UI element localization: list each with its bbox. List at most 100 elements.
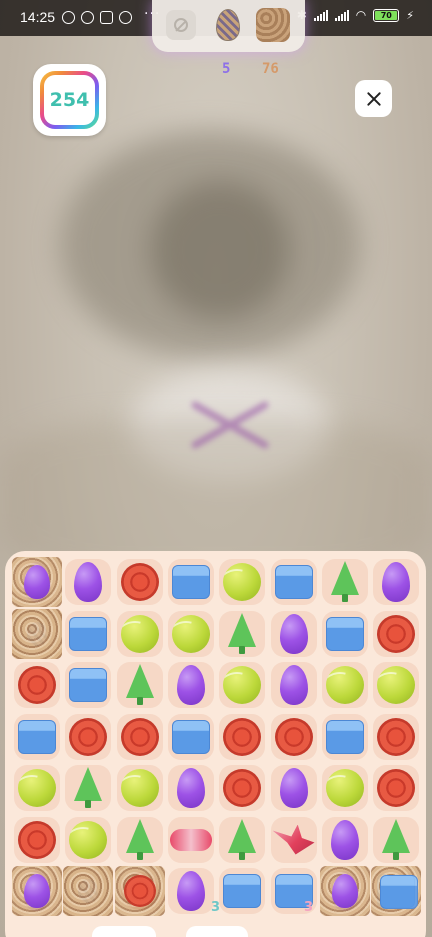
board-cell[interactable] <box>167 662 214 708</box>
board-cell[interactable] <box>167 559 214 605</box>
board-cell[interactable] <box>65 559 112 605</box>
board-cell[interactable] <box>65 662 112 708</box>
box-piece-icon <box>69 616 108 651</box>
goals-panel <box>152 0 305 52</box>
board-cell[interactable] <box>219 868 266 914</box>
board-cell[interactable] <box>373 662 420 708</box>
close-icon <box>366 91 382 107</box>
disc-piece-icon <box>69 717 108 756</box>
board-cell[interactable] <box>373 559 420 605</box>
board-cell[interactable] <box>321 765 368 811</box>
board-cell[interactable] <box>167 868 214 914</box>
board-cell[interactable] <box>14 713 60 760</box>
goal-egg-count: 5 <box>222 61 231 77</box>
board-cell[interactable] <box>373 765 420 811</box>
board-cell[interactable] <box>270 559 317 605</box>
board-cell[interactable] <box>219 662 266 708</box>
tree-piece-icon <box>328 561 362 603</box>
board-cell[interactable] <box>373 816 420 863</box>
board-cell[interactable] <box>270 713 317 760</box>
board-cell[interactable] <box>14 816 60 863</box>
board-cell[interactable] <box>14 662 60 708</box>
board-cell[interactable] <box>321 559 368 605</box>
cork-blocker-tile[interactable] <box>12 608 62 659</box>
battery-icon: 70 <box>373 8 400 22</box>
board-cell[interactable] <box>167 816 214 863</box>
signal-icon-1 <box>313 9 328 21</box>
charging-icon: ⚡ <box>406 8 414 22</box>
mail-icon <box>100 11 113 24</box>
hint-count-right: 3 <box>304 900 314 915</box>
moves-value: 254 <box>44 75 95 125</box>
board-cell[interactable] <box>116 610 163 657</box>
board-cell[interactable] <box>14 765 60 811</box>
tree-piece-icon <box>123 818 157 861</box>
board-cell[interactable] <box>116 662 163 708</box>
board-cell[interactable] <box>65 816 112 863</box>
egg-piece-icon <box>176 871 205 911</box>
board-cell[interactable] <box>373 610 420 657</box>
cork-blocker-tile[interactable] <box>371 866 422 916</box>
box-piece-icon <box>171 719 210 754</box>
booster-tab-right[interactable] <box>186 926 248 937</box>
egg-piece-icon <box>74 562 103 602</box>
board-cell[interactable] <box>219 610 266 657</box>
tree-piece-icon <box>123 664 157 706</box>
egg-piece-icon <box>279 768 308 808</box>
box-piece-icon <box>18 719 56 754</box>
box-piece-icon <box>380 875 419 909</box>
booster-tab-left[interactable] <box>92 926 156 937</box>
cork-blocker-tile[interactable] <box>319 866 370 916</box>
box-piece-icon <box>69 668 108 702</box>
disc-piece-icon <box>120 717 159 756</box>
board-cell[interactable] <box>373 713 420 760</box>
ball-piece-icon <box>120 769 159 807</box>
disc-piece-icon <box>377 769 416 807</box>
board-cell[interactable] <box>65 765 112 811</box>
board-cell[interactable] <box>219 713 266 760</box>
background-blur-object <box>150 180 290 320</box>
cork-blocker-tile[interactable] <box>12 866 62 916</box>
signal-icon-2 <box>334 9 349 21</box>
ball-piece-icon <box>120 614 159 653</box>
board-cell[interactable] <box>321 662 368 708</box>
board-cell[interactable] <box>270 765 317 811</box>
board-cell[interactable] <box>167 713 214 760</box>
board-cell[interactable] <box>219 765 266 811</box>
close-button[interactable] <box>355 80 392 117</box>
board-cell[interactable] <box>219 816 266 863</box>
disc-piece-icon <box>377 717 416 756</box>
board-cell[interactable] <box>116 816 163 863</box>
disc-piece-icon <box>18 820 56 859</box>
board-cell[interactable] <box>116 713 163 760</box>
board-cell[interactable] <box>270 816 317 863</box>
cork-blocker-tile[interactable] <box>12 557 62 607</box>
board-cell[interactable] <box>65 610 112 657</box>
board-cell[interactable] <box>116 765 163 811</box>
board-cell[interactable] <box>167 610 214 657</box>
game-board <box>5 551 426 937</box>
board-cell[interactable] <box>167 765 214 811</box>
cork-blocker-tile[interactable] <box>114 866 165 916</box>
board-cell[interactable] <box>65 713 112 760</box>
box-piece-icon <box>274 565 313 599</box>
board-cell[interactable] <box>321 610 368 657</box>
goal-cork-count: 76 <box>262 61 279 77</box>
board-cell[interactable] <box>270 662 317 708</box>
egg-piece-icon <box>176 665 205 705</box>
ball-piece-icon <box>69 820 108 859</box>
app-notification-icon <box>81 11 94 24</box>
cork-blocker-tile[interactable] <box>63 866 114 916</box>
board-cell[interactable] <box>116 559 163 605</box>
board-cell[interactable] <box>270 610 317 657</box>
background-blur-ribbon <box>191 401 269 449</box>
goal-egg-icon <box>216 9 240 41</box>
board-cell[interactable] <box>321 816 368 863</box>
egg-piece-icon <box>279 613 308 654</box>
board-cell[interactable] <box>321 713 368 760</box>
board-cell[interactable] <box>219 559 266 605</box>
box-piece-icon <box>223 874 262 908</box>
hint-count-left: 3 <box>211 900 221 915</box>
ball-piece-icon <box>18 769 56 807</box>
egg-piece-icon <box>24 565 50 599</box>
